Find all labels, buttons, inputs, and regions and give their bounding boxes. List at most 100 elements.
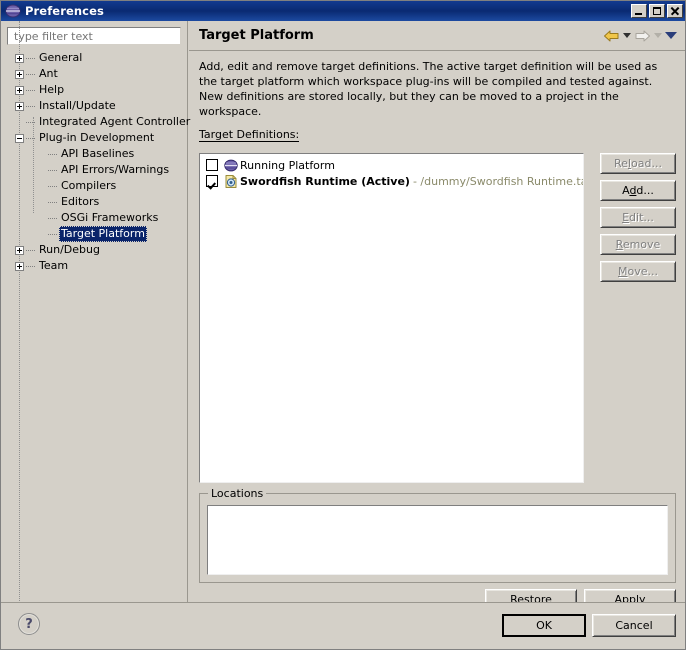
edit-label: Edit... — [622, 211, 654, 224]
sidebar-item-ant[interactable]: Ant — [15, 66, 187, 82]
filter-text-field[interactable] — [7, 27, 181, 45]
target-definition-row[interactable]: Swordfish Runtime (Active) - /dummy/Sword… — [202, 173, 583, 189]
tree-connector — [33, 117, 35, 213]
preferences-sidebar: General Ant Help Install/Update Integrated A… — [1, 21, 190, 603]
ok-button[interactable]: OK — [502, 614, 586, 637]
edit-button: Edit... — [600, 207, 676, 228]
dialog-buttons: OK Cancel — [502, 614, 676, 637]
sidebar-item-label: Team — [39, 259, 69, 272]
sidebar-item-run-debug[interactable]: Run/Debug — [15, 242, 187, 258]
locations-group: Locations — [199, 487, 676, 583]
title-bar: Preferences — [1, 1, 685, 21]
window-controls — [631, 4, 683, 18]
dialog-footer: ? OK Cancel — [1, 602, 685, 649]
page-navigation — [603, 29, 677, 43]
sidebar-item-target-platform[interactable]: Target Platform — [15, 226, 187, 242]
close-button[interactable] — [667, 4, 683, 18]
expand-toggle-icon[interactable] — [15, 53, 24, 63]
locations-legend: Locations — [208, 487, 267, 500]
sidebar-item-label: Install/Update — [39, 99, 116, 112]
forward-arrow-icon — [634, 29, 651, 43]
sidebar-item-label: Plug-in Development — [39, 131, 155, 144]
back-dropdown-chevron-down-icon[interactable] — [623, 33, 631, 38]
target-definition-path: - /dummy/Swordfish Runtime.target — [412, 174, 583, 188]
sidebar-item-label: Compilers — [61, 179, 117, 192]
expand-toggle-icon[interactable] — [15, 69, 24, 79]
target-definition-checkbox[interactable] — [206, 159, 218, 171]
dialog-body: General Ant Help Install/Update Integrated A… — [1, 21, 685, 649]
sidebar-item-api-baselines[interactable]: API Baselines — [15, 146, 187, 162]
help-icon[interactable]: ? — [18, 613, 40, 635]
tree-connector — [48, 169, 57, 172]
add-label: Add... — [622, 184, 654, 197]
move-label: Move... — [618, 265, 658, 278]
sidebar-item-label: OSGi Frameworks — [61, 211, 159, 224]
add-button[interactable]: Add... — [600, 180, 676, 201]
minimize-button[interactable] — [631, 4, 647, 18]
cancel-button[interactable]: Cancel — [592, 614, 676, 637]
target-definition-actions: Reload... Add... Edit... Remove Move... — [600, 153, 676, 288]
sidebar-item-osgi-frameworks[interactable]: OSGi Frameworks — [15, 210, 187, 226]
expand-toggle-icon[interactable] — [15, 101, 24, 111]
sidebar-item-help[interactable]: Help — [15, 82, 187, 98]
page-title: Target Platform — [199, 28, 314, 43]
remove-label: Remove — [615, 238, 661, 251]
tree-connector — [48, 233, 57, 236]
back-arrow-icon[interactable] — [603, 29, 620, 43]
move-button: Move... — [600, 261, 676, 282]
target-definition-checkbox[interactable] — [206, 175, 218, 187]
expand-toggle-icon[interactable] — [15, 245, 24, 255]
sidebar-item-label: General — [39, 51, 83, 64]
tree-connector — [26, 73, 35, 76]
tree-connector — [48, 153, 57, 156]
preferences-tree[interactable]: General Ant Help Install/Update Integrated A… — [1, 21, 190, 603]
page-header: Target Platform — [189, 21, 685, 51]
sidebar-item-editors[interactable]: Editors — [15, 194, 187, 210]
eclipse-globe-icon — [5, 4, 21, 18]
maximize-button[interactable] — [649, 4, 665, 18]
sidebar-item-label: Run/Debug — [39, 243, 100, 256]
sidebar-item-label: Integrated Agent Controller — [39, 115, 191, 128]
reload-label: Reload... — [614, 157, 662, 170]
sidebar-item-label: Target Platform — [59, 226, 147, 242]
sidebar-item-label: Help — [39, 83, 65, 96]
target-definition-row[interactable]: Running Platform — [202, 157, 581, 173]
tree-connector — [26, 265, 35, 268]
target-definition-icon — [223, 174, 239, 189]
collapse-toggle-icon[interactable] — [15, 133, 24, 143]
tree-connector — [26, 249, 35, 252]
sidebar-item-label: Ant — [39, 67, 58, 80]
sidebar-item-api-errors-warnings[interactable]: API Errors/Warnings — [15, 162, 187, 178]
tree-connector — [26, 57, 35, 60]
target-definitions-label: Target Definitions: — [199, 128, 300, 142]
search-input[interactable] — [12, 28, 180, 44]
sidebar-item-label: API Errors/Warnings — [61, 163, 170, 176]
sidebar-item-integrated-agent-controller[interactable]: Integrated Agent Controller — [15, 114, 190, 130]
tree-connector — [26, 89, 35, 92]
tree-connector — [48, 185, 57, 188]
tree-connector — [26, 105, 35, 108]
sidebar-item-team[interactable]: Team — [15, 258, 187, 274]
tree-connector — [48, 201, 57, 204]
sidebar-item-label: API Baselines — [61, 147, 135, 160]
target-definitions-list[interactable]: Running Platform Swordfish Runtime (Activ… — [199, 153, 584, 483]
page-description: Add, edit and remove target definitions.… — [199, 60, 658, 118]
sidebar-item-general[interactable]: General — [15, 50, 187, 66]
running-platform-icon — [223, 158, 239, 173]
sidebar-item-plug-in-development[interactable]: Plug-in Development — [15, 130, 187, 146]
target-definition-name: Running Platform — [240, 158, 335, 172]
expand-toggle-icon[interactable] — [15, 85, 24, 95]
tree-connector — [48, 217, 57, 220]
window-title: Preferences — [25, 4, 104, 18]
expand-toggle-icon[interactable] — [15, 261, 24, 271]
reload-button: Reload... — [600, 153, 676, 174]
target-definition-name: Swordfish Runtime (Active) — [240, 174, 410, 188]
forward-dropdown-chevron-down-icon — [654, 33, 662, 38]
sidebar-item-compilers[interactable]: Compilers — [15, 178, 187, 194]
sidebar-item-install-update[interactable]: Install/Update — [15, 98, 187, 114]
locations-list[interactable] — [207, 505, 668, 575]
preferences-dialog: Preferences General Ant Help Install/Update… — [0, 0, 686, 650]
remove-button: Remove — [600, 234, 676, 255]
page-menu-chevron-down-icon[interactable] — [665, 32, 677, 39]
sidebar-item-label: Editors — [61, 195, 100, 208]
